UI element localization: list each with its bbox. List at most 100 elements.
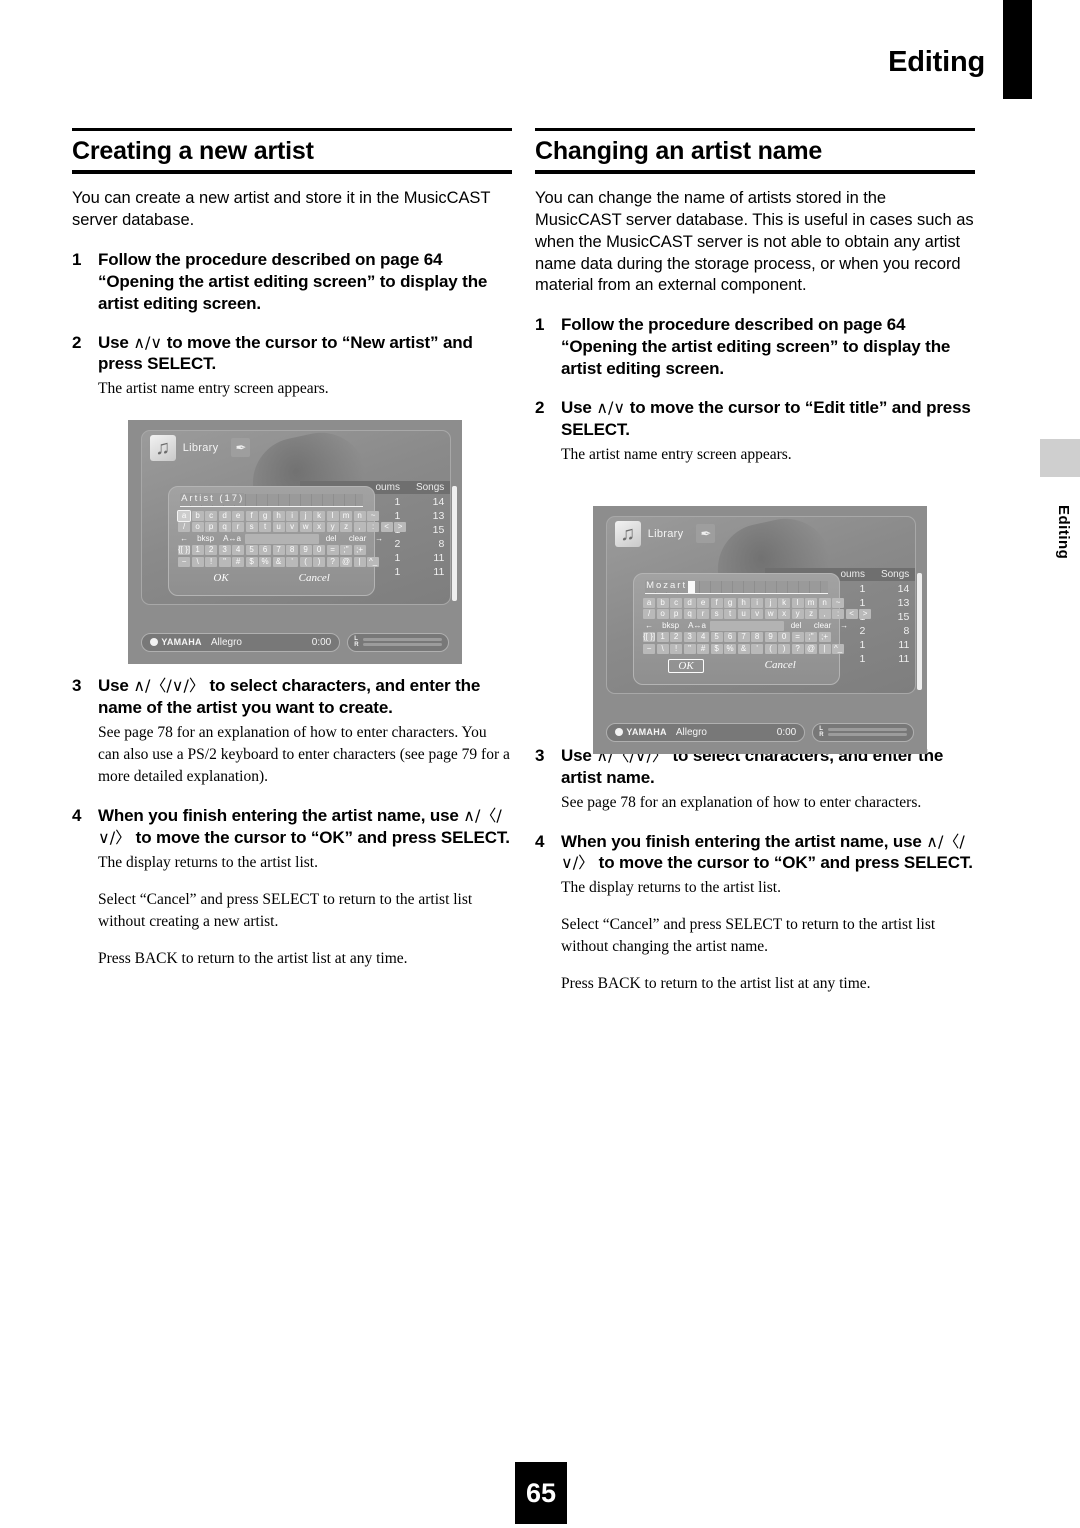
keyboard-key[interactable]: e xyxy=(697,597,710,608)
ok-button[interactable]: OK xyxy=(204,572,237,584)
keyboard-key[interactable] xyxy=(244,533,319,544)
keyboard-key[interactable]: \ xyxy=(656,643,669,654)
keyboard-key[interactable]: − xyxy=(643,643,656,654)
keyboard-key[interactable]: c xyxy=(670,597,683,608)
keyboard-key[interactable]: 2 xyxy=(670,632,683,643)
keyboard-key[interactable]: bksp xyxy=(192,534,220,544)
keyboard-key[interactable]: 3 xyxy=(218,545,231,556)
keyboard-key[interactable]: < xyxy=(380,522,393,533)
keyboard-key[interactable]: $ xyxy=(710,643,723,654)
keyboard-key[interactable]: A↔a xyxy=(221,534,243,544)
keyboard-key[interactable]: 7 xyxy=(272,545,285,556)
keyboard-key[interactable]: " xyxy=(683,643,696,654)
keyboard-key[interactable] xyxy=(709,620,784,631)
keyboard-key[interactable]: ? xyxy=(326,556,339,567)
keyboard-key[interactable]: f xyxy=(245,510,258,521)
keyboard-key[interactable]: p xyxy=(670,609,683,620)
keyboard-key[interactable]: 0 xyxy=(313,545,326,556)
keyboard-key[interactable]: % xyxy=(724,643,737,654)
keyboard-key[interactable]: clear xyxy=(344,534,372,544)
keyboard-key[interactable]: ( xyxy=(764,643,777,654)
keyboard-key[interactable]: 7 xyxy=(737,632,750,643)
keyboard-key[interactable]: n xyxy=(353,510,366,521)
keyboard-key[interactable]: b xyxy=(656,597,669,608)
keyboard-key[interactable]: / xyxy=(178,522,191,533)
keyboard-key[interactable]: → xyxy=(838,621,850,631)
keyboard-key[interactable]: o xyxy=(656,609,669,620)
keyboard-key[interactable]: u xyxy=(737,609,750,620)
keyboard-key[interactable]: ~ xyxy=(367,510,380,521)
keyboard-key[interactable]: , xyxy=(353,522,366,533)
keyboard-key[interactable]: | xyxy=(353,556,366,567)
keyboard-key[interactable]: g xyxy=(259,510,272,521)
keyboard-key[interactable]: 0 xyxy=(778,632,791,643)
keyboard-key[interactable]: @ xyxy=(340,556,353,567)
keyboard-key[interactable]: ! xyxy=(205,556,218,567)
keyboard-key[interactable]: 5 xyxy=(710,632,723,643)
keyboard-key[interactable]: q xyxy=(683,609,696,620)
keyboard-key[interactable]: 5 xyxy=(245,545,258,556)
keyboard-key[interactable]: y xyxy=(791,609,804,620)
keyboard-key[interactable]: 2 xyxy=(205,545,218,556)
keyboard-key[interactable]: > xyxy=(859,609,872,620)
virtual-keyboard[interactable]: a b c d e f g h i j k l m n ~ / o p q r s t u v w x y z,: < > ← bksp A↔a… xyxy=(643,597,872,654)
keyboard-key[interactable]: {[ }] xyxy=(643,632,656,643)
keyboard-key[interactable]: ' xyxy=(751,643,764,654)
keyboard-key[interactable]: a xyxy=(643,597,656,608)
keyboard-key[interactable]: ! xyxy=(670,643,683,654)
keyboard-key[interactable]: / xyxy=(643,609,656,620)
keyboard-key[interactable]: ) xyxy=(778,643,791,654)
keyboard-key[interactable]: s xyxy=(245,522,258,533)
keyboard-key[interactable]: 9 xyxy=(764,632,777,643)
virtual-keyboard[interactable]: a b c d e f g h i j k l m n ~ / o p q r s t u v w x y z,: < > ← bksp A↔a… xyxy=(177,509,407,567)
scrollbar[interactable] xyxy=(917,572,922,690)
keyboard-key[interactable]: & xyxy=(272,556,285,567)
keyboard-key[interactable]: ;" xyxy=(805,632,818,643)
keyboard-key[interactable]: y xyxy=(326,522,339,533)
keyboard-key[interactable]: 4 xyxy=(697,632,710,643)
cancel-button[interactable]: Cancel xyxy=(756,659,805,673)
keyboard-key[interactable]: m xyxy=(805,597,818,608)
keyboard-key[interactable]: # xyxy=(697,643,710,654)
keyboard-key[interactable]: r xyxy=(232,522,245,533)
text-entry-field[interactable]: Mozart xyxy=(645,579,829,594)
keyboard-key[interactable]: ^_ xyxy=(832,643,845,654)
keyboard-key[interactable]: = xyxy=(791,632,804,643)
keyboard-key[interactable]: | xyxy=(818,643,831,654)
keyboard-key[interactable]: 3 xyxy=(683,632,696,643)
keyboard-key[interactable]: − xyxy=(178,556,191,567)
keyboard-key[interactable]: del xyxy=(320,534,342,544)
keyboard-key[interactable]: ? xyxy=(791,643,804,654)
keyboard-key[interactable]: 1 xyxy=(191,545,204,556)
keyboard-key[interactable]: > xyxy=(394,522,407,533)
keyboard-key[interactable]: i xyxy=(751,597,764,608)
keyboard-key[interactable]: m xyxy=(340,510,353,521)
keyboard-key[interactable]: i xyxy=(286,510,299,521)
keyboard-key[interactable]: n xyxy=(818,597,831,608)
keyboard-key[interactable]: " xyxy=(218,556,231,567)
keyboard-key[interactable]: # xyxy=(232,556,245,567)
keyboard-key[interactable]: t xyxy=(259,522,272,533)
keyboard-key[interactable]: o xyxy=(191,522,204,533)
keyboard-key[interactable]: k xyxy=(313,510,326,521)
keyboard-key[interactable]: A↔a xyxy=(686,621,708,631)
keyboard-key[interactable]: ) xyxy=(313,556,326,567)
keyboard-key[interactable]: clear xyxy=(809,621,837,631)
keyboard-key[interactable]: ← xyxy=(643,621,655,631)
keyboard-key[interactable]: 1 xyxy=(656,632,669,643)
keyboard-key[interactable]: q xyxy=(218,522,231,533)
keyboard-key[interactable]: j xyxy=(764,597,777,608)
keyboard-key[interactable]: g xyxy=(724,597,737,608)
keyboard-key[interactable]: → xyxy=(373,534,385,544)
keyboard-key[interactable]: c xyxy=(205,510,218,521)
keyboard-key[interactable]: : xyxy=(367,522,380,533)
keyboard-key[interactable]: $ xyxy=(245,556,258,567)
keyboard-key[interactable]: 8 xyxy=(286,545,299,556)
keyboard-key[interactable]: {[ }] xyxy=(178,545,191,556)
keyboard-key[interactable]: x xyxy=(313,522,326,533)
keyboard-key[interactable]: ← xyxy=(178,534,190,544)
keyboard-key[interactable]: z xyxy=(340,522,353,533)
keyboard-key[interactable]: 6 xyxy=(724,632,737,643)
keyboard-key[interactable]: s xyxy=(710,609,723,620)
keyboard-key[interactable]: h xyxy=(737,597,750,608)
